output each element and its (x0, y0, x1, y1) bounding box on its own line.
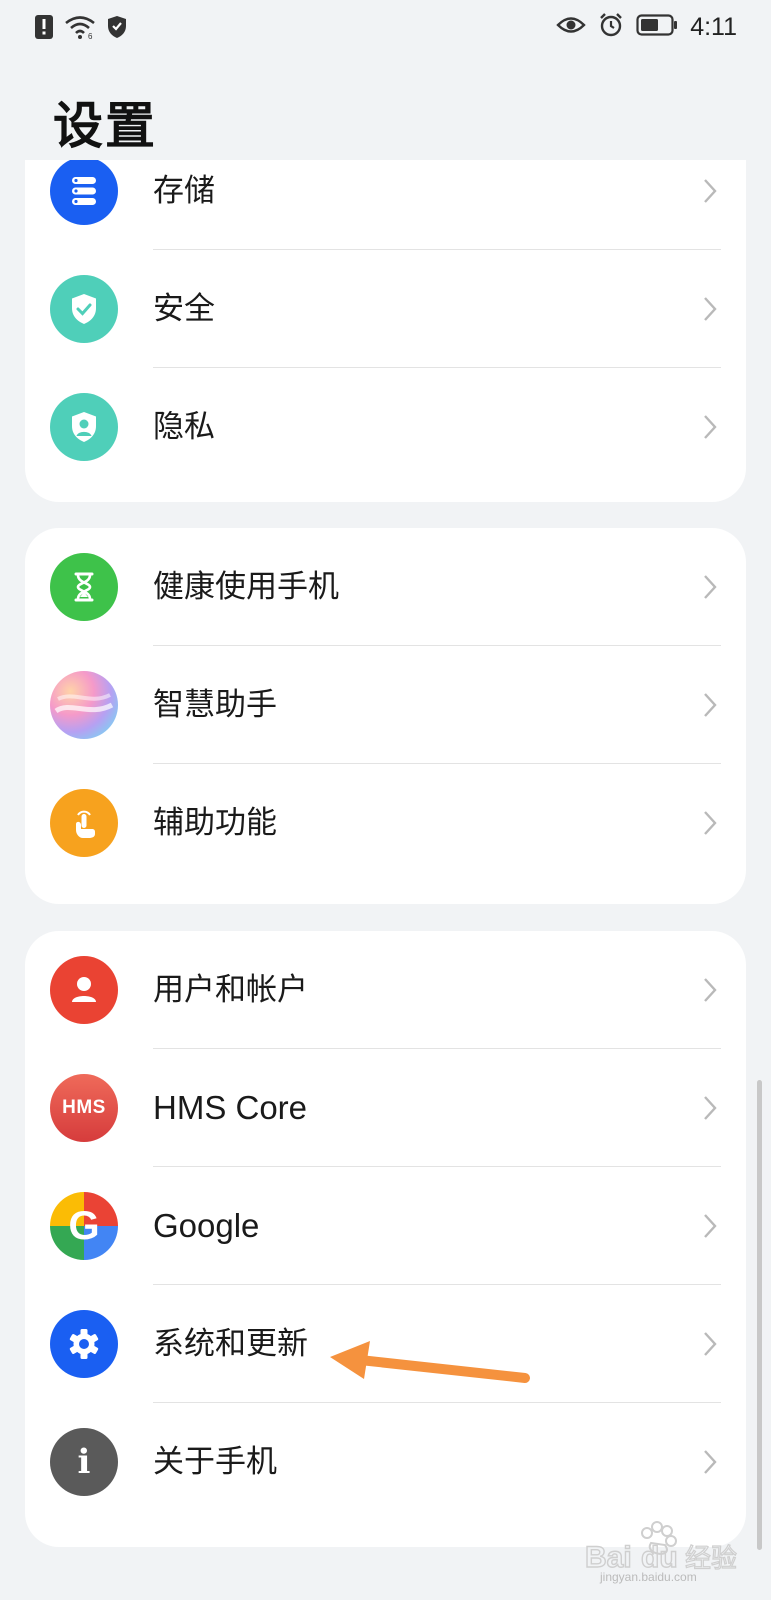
chevron-right-icon (704, 179, 717, 203)
settings-item-label: 隐私 (153, 409, 215, 445)
assistant-icon (50, 671, 118, 739)
notification-alert-icon (34, 14, 54, 44)
shield-icon (106, 14, 128, 44)
settings-item-label: HMS Core (153, 1089, 308, 1126)
settings-item-label: 辅助功能 (153, 805, 277, 841)
settings-group-2: 健康使用手机 智慧助手 辅助功能 (25, 528, 746, 904)
alarm-icon (598, 12, 624, 42)
chevron-right-icon (704, 811, 717, 835)
hms-icon: HMS (50, 1074, 118, 1142)
settings-item-label: 健康使用手机 (153, 569, 339, 605)
google-icon: G (50, 1192, 118, 1260)
settings-item-google[interactable]: G Google (25, 1167, 746, 1285)
google-icon-letter: G (68, 1204, 100, 1248)
chevron-right-icon (704, 1096, 717, 1120)
settings-item-storage[interactable]: 存储 (25, 160, 746, 250)
settings-item-about-phone[interactable]: i 关于手机 (25, 1403, 746, 1521)
user-icon (50, 956, 118, 1024)
settings-item-label: 安全 (153, 291, 215, 327)
settings-item-assistant[interactable]: 智慧助手 (25, 646, 746, 764)
settings-item-users-accounts[interactable]: 用户和帐户 (25, 931, 746, 1049)
chevron-right-icon (704, 1214, 717, 1238)
settings-item-label: Google (153, 1207, 260, 1244)
settings-item-label: 智慧助手 (153, 687, 277, 723)
info-icon-letter: i (77, 1442, 91, 1482)
settings-item-security[interactable]: 安全 (25, 250, 746, 368)
chevron-right-icon (704, 415, 717, 439)
status-time: 4:11 (690, 12, 737, 41)
chevron-right-icon (704, 1450, 717, 1474)
settings-item-privacy[interactable]: 隐私 (25, 368, 746, 486)
accessibility-hand-icon (50, 789, 118, 857)
settings-item-hms-core[interactable]: HMS HMS Core (25, 1049, 746, 1167)
svg-text:6: 6 (88, 32, 93, 40)
chevron-right-icon (704, 978, 717, 1002)
wifi-icon: 6 (64, 14, 96, 44)
scrollbar[interactable] (757, 1080, 762, 1550)
page-title: 设置 (53, 97, 157, 155)
gear-icon (50, 1310, 118, 1378)
settings-group-1: 存储 安全 隐私 (25, 160, 746, 502)
storage-icon (50, 160, 118, 225)
settings-item-accessibility[interactable]: 辅助功能 (25, 764, 746, 882)
chevron-right-icon (704, 297, 717, 321)
chevron-right-icon (704, 1332, 717, 1356)
battery-icon (636, 13, 678, 41)
info-icon: i (50, 1428, 118, 1496)
settings-item-label: 关于手机 (153, 1444, 277, 1480)
settings-item-digital-balance[interactable]: 健康使用手机 (25, 528, 746, 646)
security-shield-icon (50, 275, 118, 343)
hms-icon-text: HMS (62, 1097, 106, 1118)
status-bar: 6 4:11 (0, 0, 771, 58)
chevron-right-icon (704, 693, 717, 717)
settings-item-label: 用户和帐户 (153, 972, 308, 1008)
settings-item-label: 系统和更新 (153, 1326, 308, 1362)
privacy-icon (50, 393, 118, 461)
hourglass-icon (50, 553, 118, 621)
eye-comfort-icon (556, 14, 586, 40)
watermark-url: jingyan.baidu.com (600, 1570, 697, 1584)
settings-group-3: 用户和帐户 HMS HMS Core G Google 系统和更新 i 关于手机 (25, 931, 746, 1547)
chevron-right-icon (704, 575, 717, 599)
settings-item-label: 存储 (153, 173, 215, 209)
arrow-annotation-icon (330, 1341, 530, 1383)
